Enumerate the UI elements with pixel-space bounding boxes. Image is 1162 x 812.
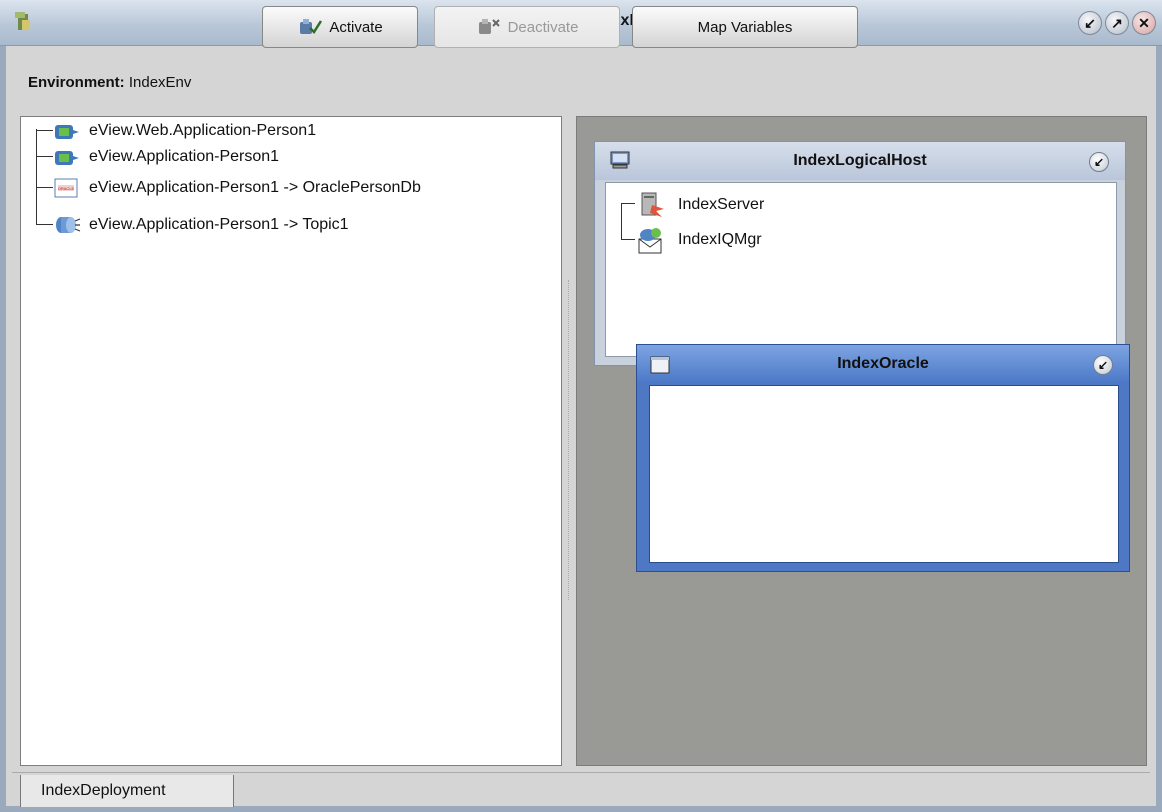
host-item[interactable]: IndexServer bbox=[636, 191, 764, 219]
index-oracle-title-bar[interactable]: IndexOracle ↙ bbox=[637, 345, 1129, 383]
bottom-tab-bar: IndexDeployment bbox=[12, 772, 1150, 807]
tree-item[interactable]: ORACLE eView.Application-Person1 -> Orac… bbox=[21, 176, 421, 200]
application-icon bbox=[55, 151, 79, 165]
tree-item-label: eView.Application-Person1 bbox=[89, 148, 280, 165]
tab-index-deployment[interactable]: IndexDeployment bbox=[20, 775, 234, 807]
deactivate-label: Deactivate bbox=[507, 18, 579, 36]
environment-label: Environment: IndexEnv bbox=[28, 74, 191, 91]
close-icon[interactable]: ✕ bbox=[1132, 11, 1156, 35]
tree-item-label: eView.Web.Application-Person1 bbox=[89, 122, 317, 139]
logical-host-title: IndexLogicalHost bbox=[793, 152, 927, 169]
tree-connector bbox=[621, 203, 635, 204]
queue-manager-icon bbox=[638, 228, 662, 254]
activate-button[interactable]: Activate bbox=[262, 6, 418, 48]
application-icon bbox=[55, 125, 79, 139]
environment-label-text: Environment: bbox=[28, 74, 125, 91]
logical-host-window[interactable]: IndexLogicalHost ↙ IndexServer IndexIQMg… bbox=[594, 141, 1126, 366]
oracle-icon: ORACLE bbox=[54, 178, 78, 198]
topic-icon bbox=[56, 217, 81, 233]
tree-connector bbox=[621, 239, 635, 240]
tree-connector bbox=[621, 203, 622, 239]
tree-item-label: eView.Application-Person1 -> OraclePerso… bbox=[89, 179, 421, 196]
tree-item[interactable]: eView.Application-Person1 -> Topic1 bbox=[21, 213, 349, 237]
host-item-label: IndexServer bbox=[678, 196, 765, 213]
host-item[interactable]: IndexIQMgr bbox=[636, 225, 762, 255]
window-icon bbox=[650, 356, 670, 374]
map-variables-label: Map Variables bbox=[697, 18, 793, 36]
tree-item-label: eView.Application-Person1 -> Topic1 bbox=[89, 216, 349, 233]
logical-host-title-bar[interactable]: IndexLogicalHost ↙ bbox=[595, 142, 1125, 180]
svg-text:ORACLE: ORACLE bbox=[58, 186, 75, 191]
maximize-icon[interactable]: ↗ bbox=[1105, 11, 1129, 35]
computer-icon bbox=[610, 151, 630, 169]
index-oracle-body bbox=[649, 385, 1119, 563]
activate-icon bbox=[300, 19, 323, 34]
minimize-icon[interactable]: ↙ bbox=[1089, 152, 1109, 172]
index-oracle-window[interactable]: IndexOracle ↙ bbox=[636, 344, 1130, 572]
tree-item[interactable]: eView.Web.Application-Person1 bbox=[21, 119, 316, 143]
panel-splitter[interactable] bbox=[568, 280, 570, 600]
deployment-tree: eView.Web.Application-Person1 eView.Appl… bbox=[20, 116, 562, 766]
tree-item[interactable]: eView.Application-Person1 bbox=[21, 145, 279, 169]
server-icon bbox=[641, 192, 664, 217]
host-item-label: IndexIQMgr bbox=[678, 231, 762, 248]
minimize-icon[interactable]: ↙ bbox=[1078, 11, 1102, 35]
environment-value: IndexEnv bbox=[128, 74, 192, 91]
deactivate-button[interactable]: Deactivate bbox=[434, 6, 620, 48]
logical-host-body: IndexServer IndexIQMgr bbox=[605, 182, 1117, 357]
activate-label: Activate bbox=[329, 18, 383, 36]
deactivate-icon bbox=[478, 19, 500, 34]
map-variables-button[interactable]: Map Variables bbox=[632, 6, 858, 48]
minimize-icon[interactable]: ↙ bbox=[1093, 355, 1113, 375]
index-oracle-title: IndexOracle bbox=[837, 355, 929, 372]
